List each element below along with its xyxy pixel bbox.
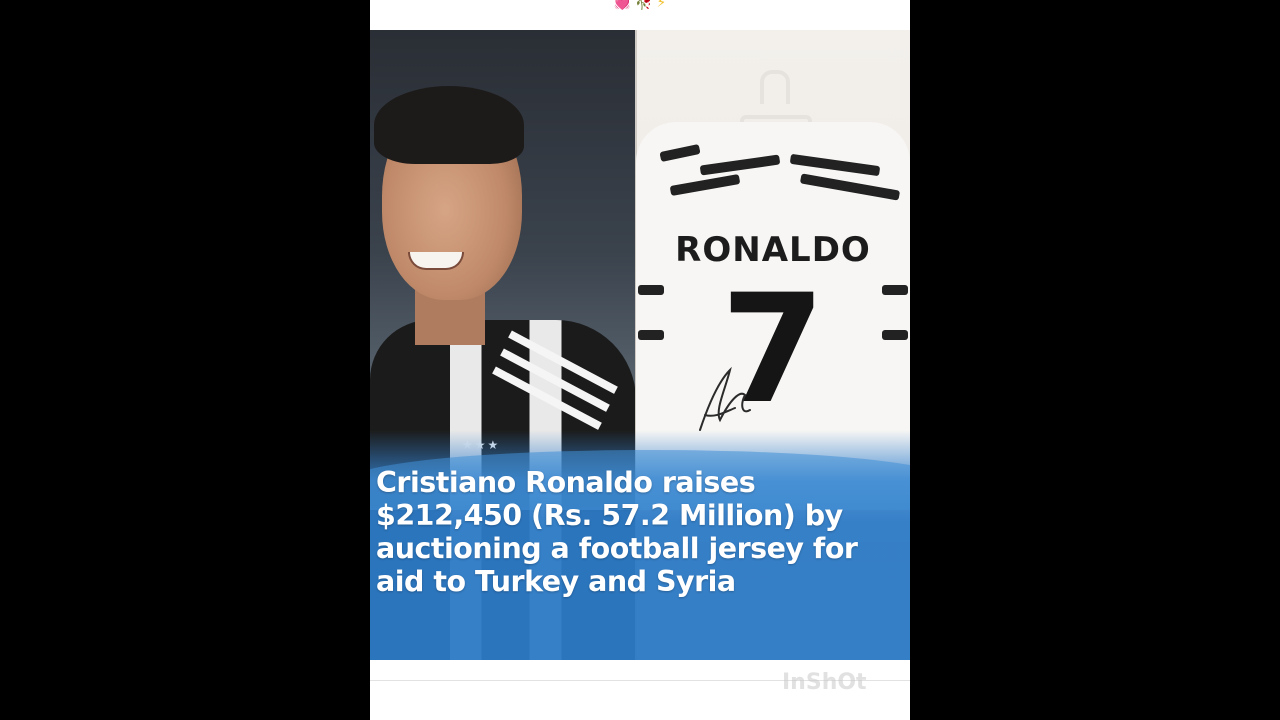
jersey-number-text: 7 <box>720 263 826 437</box>
video-frame: 💓 🥀 ⚡ ★★★ <box>0 0 1280 720</box>
headline-caption: Cristiano Ronaldo raises $212,450 (Rs. 5… <box>376 466 858 598</box>
lightning-icon: ⚡ <box>656 0 667 11</box>
news-photo: ★★★ RONALDO 7 Cristiano Ronaldo ra <box>370 30 910 660</box>
player-hair <box>374 86 524 164</box>
hanger-hook-icon <box>760 70 790 104</box>
balloon-heart-icon: 💓 <box>613 0 632 11</box>
rose-icon: 🥀 <box>635 0 653 11</box>
story-card: 💓 🥀 ⚡ ★★★ <box>370 0 910 720</box>
app-watermark: InShOt <box>782 670 867 695</box>
autograph-signature <box>699 366 751 431</box>
emoji-strip: 💓 🥀 ⚡ <box>370 0 910 30</box>
